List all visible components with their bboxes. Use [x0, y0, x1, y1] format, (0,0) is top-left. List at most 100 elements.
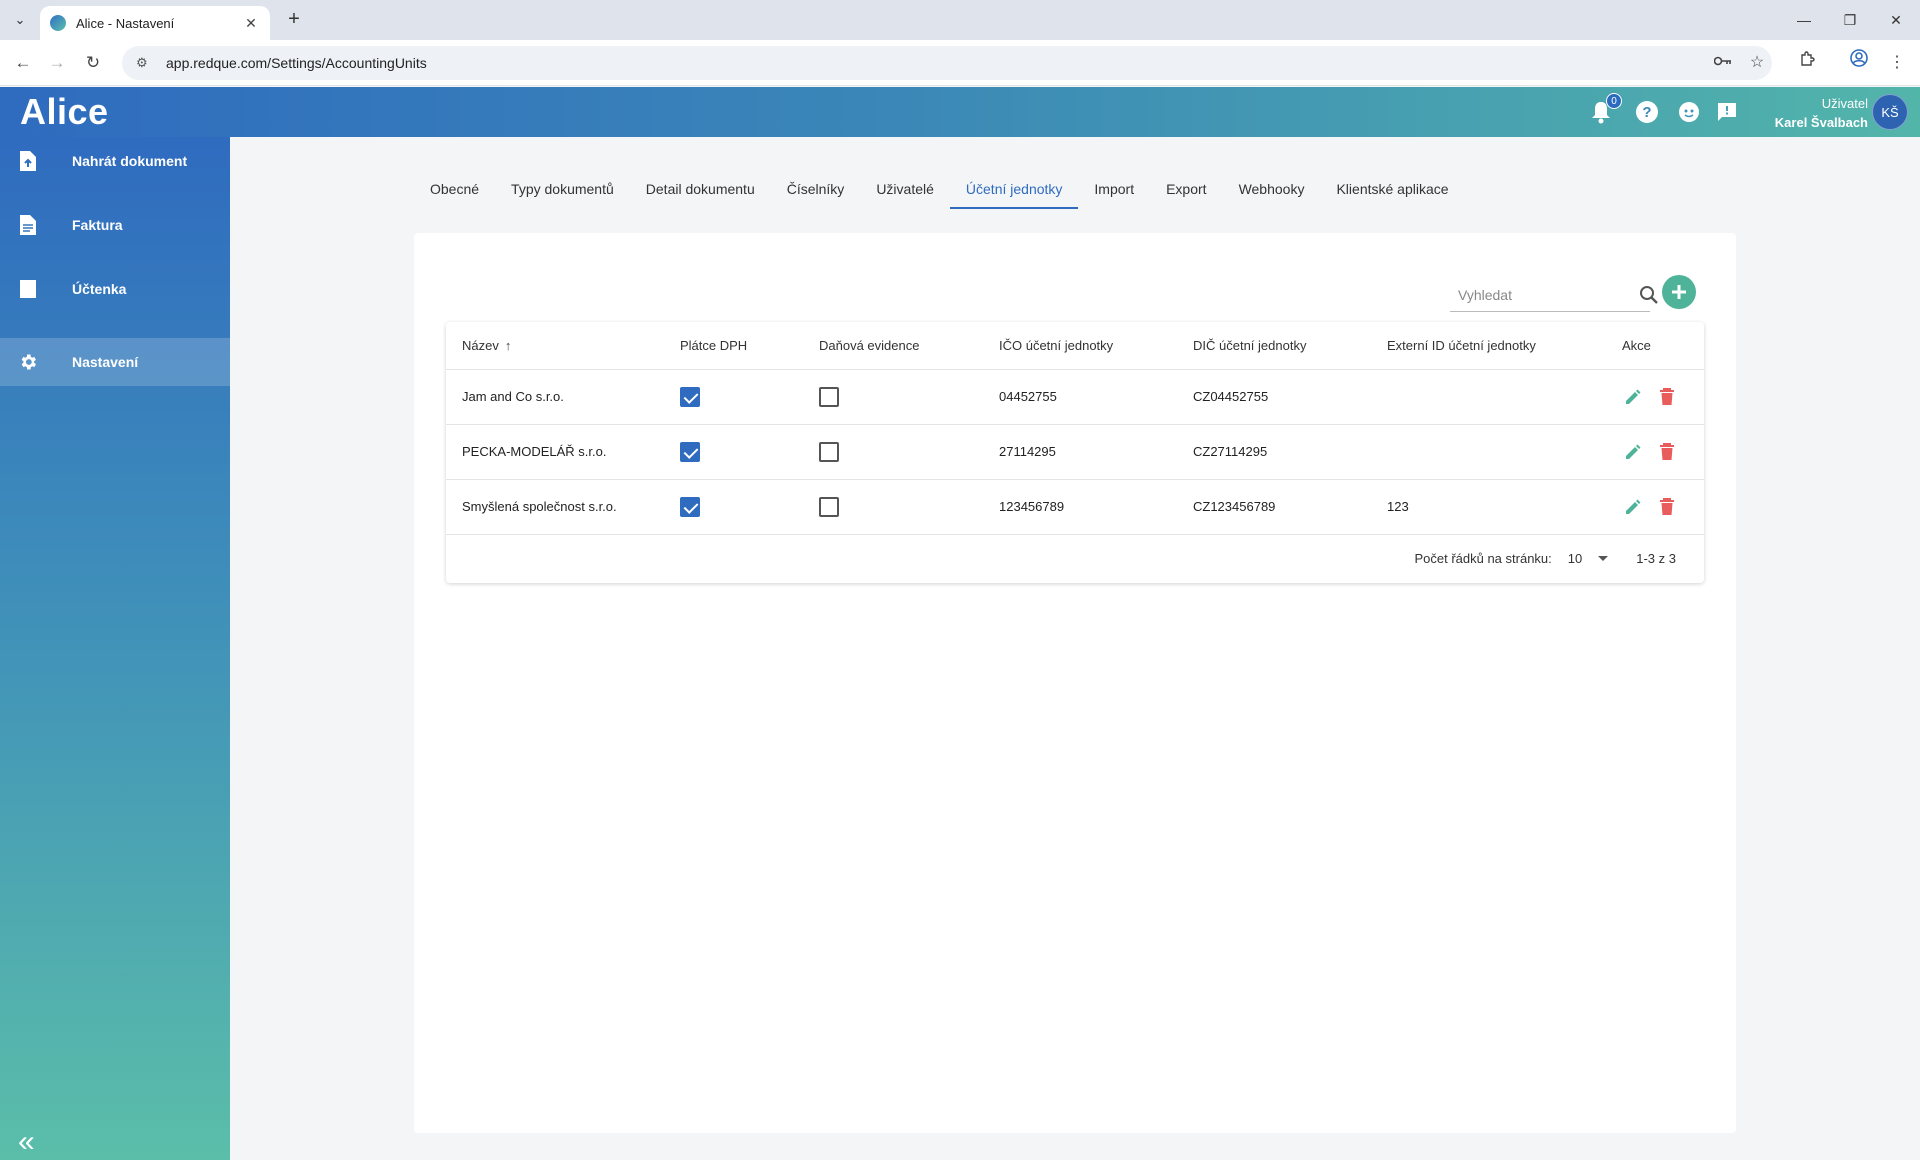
table-row: Jam and Co s.r.o. 04452755 CZ04452755	[446, 369, 1704, 425]
rows-per-page-label: Počet řádků na stránku:	[1414, 550, 1552, 566]
cell-dic: CZ27114295	[1177, 424, 1371, 480]
cell-ico: 04452755	[983, 369, 1177, 425]
minimize-icon[interactable]: —	[1792, 8, 1816, 32]
cell-tax-records	[803, 479, 983, 535]
notifications-bell-icon[interactable]: 0	[1588, 93, 1622, 125]
tab-import[interactable]: Import	[1078, 169, 1150, 209]
pagination: Počet řádků na stránku: 10 1-3 z 3	[1414, 533, 1676, 583]
column-header-name[interactable]: Název ↑	[446, 322, 664, 370]
forward-arrow-icon[interactable]: →	[44, 50, 70, 76]
cell-dic: CZ04452755	[1177, 369, 1371, 425]
receipt-icon	[18, 279, 38, 299]
app-logo[interactable]: Alice	[20, 91, 109, 133]
notification-count-badge: 0	[1606, 93, 1622, 109]
table-row: Smyšlená společnost s.r.o. 123456789 CZ1…	[446, 479, 1704, 535]
cell-ico: 123456789	[983, 479, 1177, 535]
site-info-icon[interactable]: ⚙	[136, 55, 152, 71]
delete-trash-icon[interactable]	[1656, 386, 1678, 408]
vat-payer-checkbox[interactable]	[680, 441, 700, 462]
window-close-icon[interactable]: ✕	[1884, 8, 1908, 32]
tax-records-checkbox[interactable]	[819, 386, 839, 407]
cell-external-id	[1371, 424, 1606, 480]
tab-accounting-units[interactable]: Účetní jednotky	[949, 169, 1079, 209]
close-tab-icon[interactable]: ✕	[242, 15, 260, 32]
rows-per-page-value: 10	[1567, 550, 1583, 566]
cell-dic: CZ123456789	[1177, 479, 1371, 535]
column-header-vat-payer[interactable]: Plátce DPH	[664, 322, 803, 370]
add-accounting-unit-button[interactable]	[1662, 275, 1696, 309]
tab-search-chevron-icon[interactable]: ⌄	[8, 8, 32, 32]
rows-per-page-select[interactable]: 10	[1567, 550, 1609, 566]
delete-trash-icon[interactable]	[1656, 496, 1678, 518]
vat-payer-checkbox[interactable]	[680, 386, 700, 407]
column-header-dic[interactable]: DIČ účetní jednotky	[1177, 322, 1371, 370]
sidebar-item-label: Nastavení	[72, 354, 139, 370]
edit-pencil-icon[interactable]	[1622, 496, 1644, 518]
tab-export[interactable]: Export	[1150, 169, 1222, 209]
sidebar-item-upload[interactable]: Nahrát dokument	[0, 137, 230, 185]
column-header-tax-records[interactable]: Daňová evidence	[803, 322, 983, 370]
collapse-sidebar-icon[interactable]: «	[18, 1127, 35, 1157]
column-header-label: Název	[462, 337, 499, 353]
accounting-units-table: Název ↑ Plátce DPH Daňová evidence IČO úč…	[446, 322, 1704, 583]
column-header-ico[interactable]: IČO účetní jednotky	[983, 322, 1177, 370]
browser-tab-strip: ⌄ Alice - Nastavení ✕ + — ❐ ✕	[0, 0, 1920, 40]
cell-vat-payer	[664, 424, 803, 480]
column-header-external-id[interactable]: Externí ID účetní jednotky	[1371, 322, 1606, 370]
tab-codebooks[interactable]: Číselníky	[771, 169, 861, 209]
sidebar-item-invoice[interactable]: Faktura	[0, 201, 230, 249]
edit-pencil-icon[interactable]	[1622, 386, 1644, 408]
search-icon[interactable]	[1639, 284, 1659, 306]
table-row: PECKA-MODELÁŘ s.r.o. 27114295 CZ27114295	[446, 424, 1704, 480]
new-tab-plus-icon[interactable]: +	[282, 8, 306, 32]
tab-document-types[interactable]: Typy dokumentů	[495, 169, 630, 209]
cell-ico: 27114295	[983, 424, 1177, 480]
cell-external-id: 123	[1371, 479, 1606, 535]
sidebar-item-label: Účtenka	[72, 281, 127, 297]
cell-actions	[1606, 424, 1704, 480]
tab-general[interactable]: Obecné	[414, 169, 495, 209]
tab-webhooks[interactable]: Webhooky	[1223, 169, 1321, 209]
tax-records-checkbox[interactable]	[819, 496, 839, 517]
sidebar-item-receipt[interactable]: Účtenka	[0, 265, 230, 313]
column-header-actions: Akce	[1606, 322, 1704, 370]
settings-tabs: Obecné Typy dokumentů Detail dokumentu Č…	[414, 169, 1465, 209]
edit-pencil-icon[interactable]	[1622, 441, 1644, 463]
browser-tab-title: Alice - Nastavení	[76, 15, 175, 31]
tab-users[interactable]: Uživatelé	[860, 169, 950, 209]
cell-name: PECKA-MODELÁŘ s.r.o.	[446, 424, 664, 480]
user-role-label: Uživatel	[1821, 96, 1868, 111]
browser-menu-icon[interactable]: ⋮	[1884, 46, 1910, 80]
password-key-icon[interactable]	[1710, 46, 1736, 80]
tax-records-checkbox[interactable]	[819, 441, 839, 462]
support-agent-icon[interactable]	[1676, 99, 1702, 125]
chevron-down-icon	[1598, 555, 1609, 561]
address-bar[interactable]: ⚙ app.redque.com/Settings/AccountingUnit…	[122, 46, 1772, 80]
restore-icon[interactable]: ❐	[1838, 8, 1862, 32]
reload-icon[interactable]: ↻	[80, 50, 106, 76]
tab-client-apps[interactable]: Klientské aplikace	[1320, 169, 1464, 209]
feedback-icon[interactable]	[1714, 99, 1740, 125]
sidebar-item-settings[interactable]: Nastavení	[0, 338, 230, 386]
document-icon	[18, 215, 38, 235]
vat-payer-checkbox[interactable]	[680, 496, 700, 517]
back-arrow-icon[interactable]: ←	[10, 50, 36, 76]
address-url[interactable]: app.redque.com/Settings/AccountingUnits	[166, 55, 1758, 71]
avatar[interactable]: KŠ	[1872, 94, 1908, 130]
sort-ascending-icon[interactable]: ↑	[505, 338, 512, 353]
bookmark-star-icon[interactable]: ☆	[1744, 46, 1770, 80]
browser-tab[interactable]: Alice - Nastavení ✕	[40, 6, 270, 40]
favicon-icon	[50, 15, 66, 31]
user-info[interactable]: Uživatel Karel Švalbach	[1748, 94, 1868, 132]
profile-icon[interactable]	[1846, 46, 1872, 80]
help-icon[interactable]: ?	[1634, 99, 1660, 125]
content-card: Název ↑ Plátce DPH Daňová evidence IČO úč…	[414, 233, 1736, 1133]
search-input[interactable]	[1450, 286, 1639, 303]
tab-document-detail[interactable]: Detail dokumentu	[630, 169, 771, 209]
cell-tax-records	[803, 424, 983, 480]
plus-icon	[1672, 285, 1686, 299]
search-field[interactable]	[1450, 278, 1658, 312]
extensions-icon[interactable]	[1794, 46, 1820, 80]
delete-trash-icon[interactable]	[1656, 441, 1678, 463]
table-header-row: Název ↑ Plátce DPH Daňová evidence IČO úč…	[446, 322, 1704, 370]
